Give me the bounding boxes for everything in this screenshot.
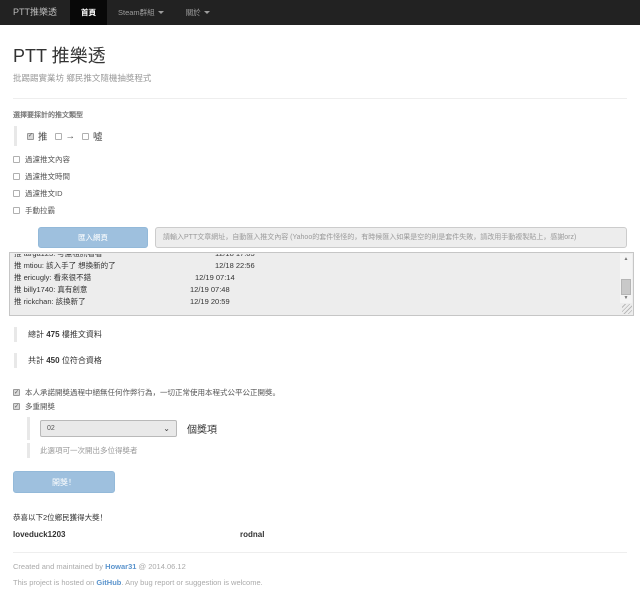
brand-link[interactable]: PTT推樂透 <box>0 0 70 25</box>
import-url-button[interactable]: 匯入網頁 <box>38 227 148 248</box>
push-line-text: 推 targa123: 考慮租訊看看 <box>14 254 102 258</box>
check-mark-icon: ✓ <box>14 390 19 396</box>
nav-item-about-label: 關於 <box>186 0 201 25</box>
prize-count-select[interactable]: 02 ⌄ <box>40 420 177 437</box>
chevron-down-icon <box>204 11 210 14</box>
navbar: PTT推樂透 首頁 Steam群組 關於 <box>0 0 640 25</box>
nav-item-home-label: 首頁 <box>81 0 96 25</box>
push-line-time: 12/19 07:14 <box>195 272 235 284</box>
boo-label[interactable]: 噓 <box>93 129 103 143</box>
boo-checkbox[interactable] <box>82 133 89 140</box>
push-type-option-boo: 噓 <box>82 129 103 143</box>
multi-draw-row: ✓ 多重開獎 <box>13 403 627 410</box>
filter-time-checkbox[interactable] <box>13 173 20 180</box>
divider <box>13 98 627 99</box>
promise-checkbox[interactable]: ✓ <box>13 389 20 396</box>
manual-slot-checkbox[interactable] <box>13 207 20 214</box>
winners-row: loveduck1203 rodnal <box>13 530 627 539</box>
push-line-time: 12/18 22:56 <box>215 260 255 272</box>
draw-button[interactable]: 開獎！ <box>13 471 115 493</box>
push-line: 推 ericugly: 看來很不錯 12/19 07:14 <box>14 272 617 284</box>
filter-time-label[interactable]: 過濾推文時間 <box>25 171 70 182</box>
multi-draw-hint: 此選項可一次開出多位得獎者 <box>27 443 627 458</box>
filter-content-label[interactable]: 過濾推文內容 <box>25 154 70 165</box>
scroll-down-icon[interactable]: ▼ <box>620 293 632 303</box>
check-mark-icon: ✓ <box>28 133 33 139</box>
push-line-text: 推 rickchan: 該換新了 <box>14 297 86 306</box>
check-mark-icon: ✓ <box>14 404 19 410</box>
nav-item-about[interactable]: 關於 <box>175 0 221 25</box>
manual-slot-row: 手動拉霸 <box>13 207 627 214</box>
main-content: PTT 推樂透 批踢踢實業坊 鄉民推文隨機抽獎程式 選擇要採計的推文類型 ✓ 推… <box>0 45 640 587</box>
push-line: 推 rickchan: 該換新了 12/19 20:59 <box>14 296 617 308</box>
page-subtitle: 批踢踢實業坊 鄉民推文隨機抽獎程式 <box>13 72 627 84</box>
total-suffix: 樓推文資料 <box>60 330 102 339</box>
push-type-option-push: ✓ 推 <box>27 129 48 143</box>
arrow-label[interactable]: → <box>66 131 76 142</box>
chevron-down-icon <box>158 11 164 14</box>
github-link[interactable]: GitHub <box>96 578 121 587</box>
total-prefix: 總計 <box>28 330 46 339</box>
nav-item-steam-label: Steam群組 <box>118 0 155 25</box>
filter-id-checkbox[interactable] <box>13 190 20 197</box>
footer-credit-suffix: @ 2014.06.12 <box>136 562 185 571</box>
filter-content-row: 過濾推文內容 <box>13 156 627 163</box>
footer-hosted-suffix: . Any bug report or suggestion is welcom… <box>121 578 262 587</box>
multi-draw-checkbox[interactable]: ✓ <box>13 403 20 410</box>
resize-grip-icon[interactable] <box>622 304 632 314</box>
push-line-text: 推 billy1740: 真有創意 <box>14 285 87 294</box>
page-title: PTT 推樂透 <box>13 45 627 67</box>
qualified-count: 450 <box>46 356 59 365</box>
congrats-message: 恭喜以下2位鄉民獲得大獎！ <box>13 512 627 523</box>
author-link[interactable]: Howar31 <box>105 562 136 571</box>
footer-credit-prefix: Created and maintained by <box>13 562 105 571</box>
arrow-checkbox[interactable] <box>55 133 62 140</box>
push-line-time: 12/19 07:48 <box>190 284 230 296</box>
promise-row: ✓ 本人承諾開獎過程中絕無任何作弊行為，一切正常使用本程式公平公正開獎。 <box>13 389 627 396</box>
total-count: 475 <box>46 330 59 339</box>
footer-hosted-prefix: This project is hosted on <box>13 578 96 587</box>
filter-id-label[interactable]: 過濾推文ID <box>25 188 63 199</box>
manual-slot-label[interactable]: 手動拉霸 <box>25 205 55 216</box>
total-pushes-row: 總計 475 樓推文資料 <box>14 327 627 342</box>
push-type-option-arrow: → <box>55 131 76 142</box>
qualified-count-row: 共計 450 位符合資格 <box>14 353 627 368</box>
article-url-input[interactable] <box>155 227 627 248</box>
push-label[interactable]: 推 <box>38 129 48 143</box>
footer-hosted-line: This project is hosted on GitHub. Any bu… <box>13 578 627 587</box>
winner-name: rodnal <box>240 530 467 539</box>
push-list-content: 推 targa123: 考慮租訊看看 12/18 17:03 推 mtiou: … <box>14 254 617 313</box>
prize-unit-label: 個獎項 <box>187 421 217 436</box>
push-line-time: 12/19 20:59 <box>190 296 230 308</box>
push-line: 推 billy1740: 真有創意 12/19 07:48 <box>14 284 617 296</box>
push-type-row: ✓ 推 → 噓 <box>14 126 627 146</box>
nav-items: 首頁 Steam群組 關於 <box>70 0 221 25</box>
winner-name: loveduck1203 <box>13 530 240 539</box>
push-checkbox[interactable]: ✓ <box>27 133 34 140</box>
push-line-text: 推 ericugly: 看來很不錯 <box>14 273 91 282</box>
scroll-up-icon[interactable]: ▲ <box>620 254 632 264</box>
footer-divider <box>13 552 627 553</box>
qualified-suffix: 位符合資格 <box>60 356 102 365</box>
import-row: 匯入網頁 <box>38 227 627 248</box>
push-line: 推 mtiou: 該入手了 想換新的了 12/18 22:56 <box>14 260 617 272</box>
filter-content-checkbox[interactable] <box>13 156 20 163</box>
multi-draw-label[interactable]: 多重開獎 <box>25 401 55 412</box>
footer-credit-line: Created and maintained by Howar31 @ 2014… <box>13 562 627 571</box>
prize-count-value: 02 <box>47 425 163 432</box>
prize-count-block: 02 ⌄ 個獎項 <box>27 417 627 440</box>
push-line-text: 推 mtiou: 該入手了 想換新的了 <box>14 261 116 270</box>
nav-item-steam-group[interactable]: Steam群組 <box>107 0 175 25</box>
filter-id-row: 過濾推文ID <box>13 190 627 197</box>
push-list-textarea[interactable]: 推 targa123: 考慮租訊看看 12/18 17:03 推 mtiou: … <box>9 252 634 316</box>
promise-label[interactable]: 本人承諾開獎過程中絕無任何作弊行為，一切正常使用本程式公平公正開獎。 <box>25 387 280 398</box>
chevron-down-icon: ⌄ <box>163 425 170 433</box>
nav-item-home[interactable]: 首頁 <box>70 0 107 25</box>
filter-time-row: 過濾推文時間 <box>13 173 627 180</box>
qualified-prefix: 共計 <box>28 356 46 365</box>
push-type-section-label: 選擇要採計的推文類型 <box>13 110 627 120</box>
scrollbar[interactable]: ▲ ▼ <box>620 254 632 303</box>
